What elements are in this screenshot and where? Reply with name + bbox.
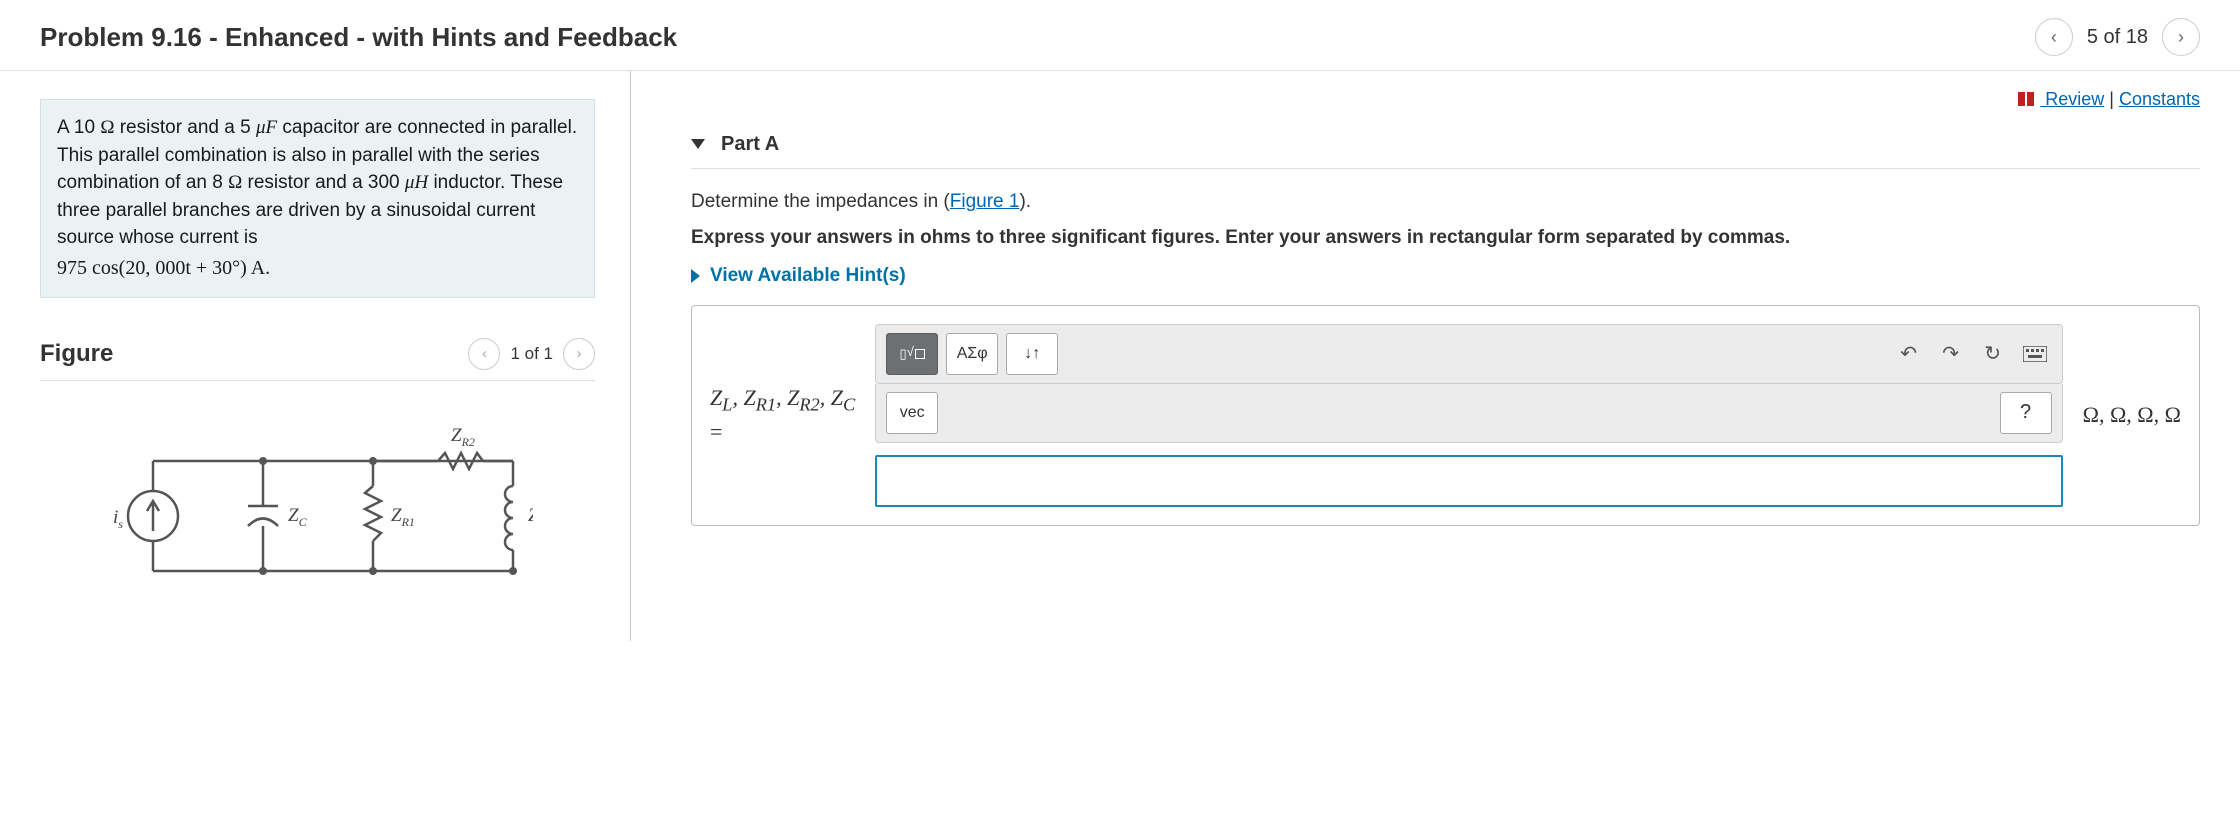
- svg-text:ZC: ZC: [288, 505, 308, 529]
- svg-text:ZL: ZL: [528, 505, 533, 529]
- answer-box: ZL, ZR1, ZR2, ZC = ▯√ ΑΣφ ↓↑ ↶ ↷ ↻: [691, 305, 2200, 526]
- vec-button[interactable]: vec: [886, 392, 938, 434]
- review-link[interactable]: Review: [2040, 89, 2104, 109]
- left-column: A 10 Ω resistor and a 5 μF capacitor are…: [0, 71, 631, 641]
- circuit-diagram: is ZC ZR1 ZR2 ZL: [40, 381, 595, 601]
- problem-title: Problem 9.16 - Enhanced - with Hints and…: [40, 22, 2035, 53]
- undo-button[interactable]: ↶: [1892, 338, 1926, 370]
- answer-input[interactable]: [875, 455, 2062, 507]
- problem-statement: A 10 Ω resistor and a 5 μF capacitor are…: [40, 99, 595, 298]
- review-icon: [2018, 90, 2036, 111]
- next-problem-button[interactable]: ›: [2162, 18, 2200, 56]
- answer-format-instruction: Express your answers in ohms to three si…: [691, 227, 2200, 249]
- top-links: Review | Constants: [691, 89, 2200, 111]
- svg-text:is: is: [113, 507, 123, 531]
- collapse-icon: [691, 139, 705, 149]
- figure-1-link[interactable]: Figure 1: [950, 191, 1020, 212]
- toolbar-row2: vec ?: [875, 384, 2062, 443]
- redo-button[interactable]: ↷: [1934, 338, 1968, 370]
- answer-lhs: ZL, ZR1, ZR2, ZC =: [710, 384, 855, 446]
- constants-link[interactable]: Constants: [2119, 89, 2200, 109]
- keyboard-button[interactable]: [2018, 338, 2052, 370]
- figure-header: Figure ‹ 1 of 1 ›: [40, 338, 595, 381]
- problem-pager: ‹ 5 of 18 ›: [2035, 18, 2200, 56]
- prev-problem-button[interactable]: ‹: [2035, 18, 2073, 56]
- figure-pager-text: 1 of 1: [510, 344, 553, 364]
- updown-button[interactable]: ↓↑: [1006, 333, 1058, 375]
- svg-text:ZR1: ZR1: [391, 505, 415, 529]
- greek-button[interactable]: ΑΣφ: [946, 333, 998, 375]
- expand-icon: [691, 269, 700, 283]
- instruction-text: Determine the impedances in (Figure 1).: [691, 191, 2200, 213]
- figure-prev-button[interactable]: ‹: [468, 338, 500, 370]
- view-hints-button[interactable]: View Available Hint(s): [691, 265, 2200, 287]
- svg-text:ZR2: ZR2: [451, 425, 475, 449]
- figure-next-button[interactable]: ›: [563, 338, 595, 370]
- equation-toolbar: ▯√ ΑΣφ ↓↑ ↶ ↷ ↻: [875, 324, 2062, 384]
- reset-button[interactable]: ↻: [1976, 338, 2010, 370]
- help-button[interactable]: ?: [2000, 392, 2052, 434]
- answer-units: Ω, Ω, Ω, Ω: [2083, 402, 2181, 428]
- page-header: Problem 9.16 - Enhanced - with Hints and…: [0, 0, 2240, 71]
- equation: 975 cos(20, 000t + 30°) A.: [57, 254, 578, 283]
- pager-text: 5 of 18: [2087, 26, 2148, 49]
- right-column: Review | Constants Part A Determine the …: [631, 71, 2240, 641]
- part-a-title: Part A: [721, 133, 779, 156]
- figure-pager: ‹ 1 of 1 ›: [468, 338, 595, 370]
- figure-title: Figure: [40, 340, 468, 368]
- part-a-header[interactable]: Part A: [691, 125, 2200, 169]
- answer-middle: ▯√ ΑΣφ ↓↑ ↶ ↷ ↻ vec ?: [875, 324, 2062, 507]
- templates-button[interactable]: ▯√: [886, 333, 938, 375]
